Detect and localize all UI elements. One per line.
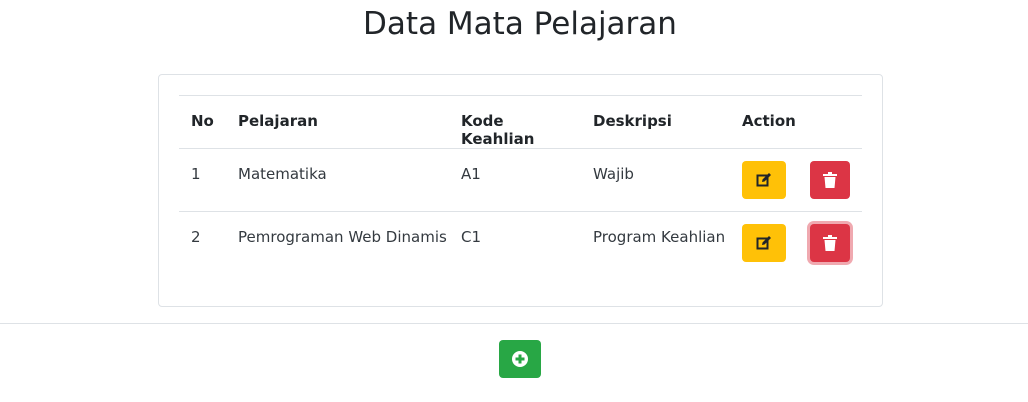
table-header-row: No Pelajaran Kode Keahlian Deskripsi Act… [179, 95, 862, 149]
header-no: No [179, 95, 226, 149]
cell-no: 2 [179, 211, 226, 275]
subjects-card: No Pelajaran Kode Keahlian Deskripsi Act… [158, 74, 883, 307]
cell-kode: C1 [449, 211, 581, 275]
header-action: Action [730, 95, 862, 149]
edit-button[interactable] [742, 224, 786, 262]
cell-kode: A1 [461, 165, 481, 183]
header-kode-keahlian: Kode Keahlian [449, 95, 581, 149]
table-row: 1 Matematika A1 Wajib [179, 149, 862, 212]
subjects-table: No Pelajaran Kode Keahlian Deskripsi Act… [179, 95, 862, 275]
cell-pelajaran: Pemrograman Web Dinamis [226, 211, 449, 275]
add-button[interactable] [499, 340, 541, 378]
edit-icon [756, 236, 771, 250]
trash-icon [823, 172, 837, 188]
delete-button[interactable] [810, 224, 850, 262]
header-deskripsi: Deskripsi [581, 95, 730, 149]
header-pelajaran: Pelajaran [226, 95, 449, 149]
cell-no: 1 [191, 165, 201, 183]
cell-action [730, 149, 862, 212]
edit-icon [756, 173, 771, 187]
cell-deskripsi: Program Keahlian [581, 211, 730, 275]
page-title: Data Mata Pelajaran [363, 6, 677, 42]
plus-circle-icon [512, 351, 528, 367]
cell-action [730, 211, 862, 275]
delete-button[interactable] [810, 161, 850, 199]
table-row: 2 Pemrograman Web Dinamis C1 Program Kea… [179, 211, 862, 275]
divider [0, 323, 1028, 324]
cell-deskripsi: Wajib [593, 165, 634, 183]
cell-pelajaran: Matematika [238, 165, 327, 183]
edit-button[interactable] [742, 161, 786, 199]
trash-icon [823, 235, 837, 251]
